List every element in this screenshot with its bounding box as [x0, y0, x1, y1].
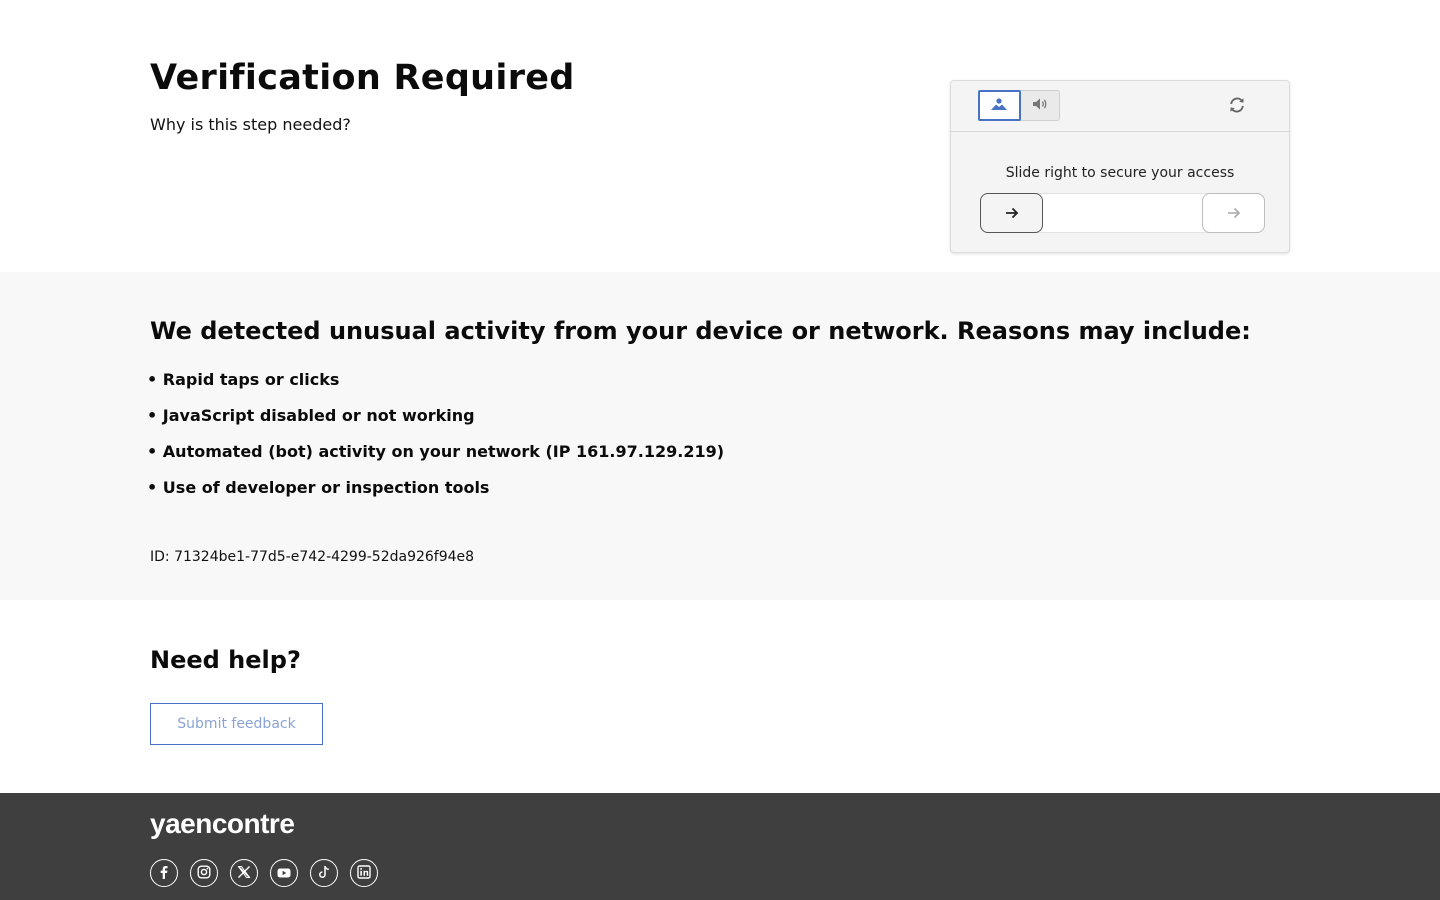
reasons-heading: We detected unusual activity from your d…	[150, 317, 1251, 345]
footer: yaencontre	[0, 793, 1440, 900]
youtube-icon	[277, 864, 291, 883]
youtube-link[interactable]	[270, 859, 298, 887]
slider-handle[interactable]	[980, 193, 1043, 233]
reason-item: • Rapid taps or clicks	[147, 370, 340, 389]
reason-item: • JavaScript disabled or not working	[147, 406, 475, 425]
reason-item: • Use of developer or inspection tools	[147, 478, 490, 497]
linkedin-icon	[357, 864, 371, 883]
captcha-widget: Slide right to secure your access	[950, 80, 1290, 253]
arrow-right-icon	[1227, 204, 1241, 223]
reasons-list: • Rapid taps or clicks • JavaScript disa…	[147, 370, 724, 514]
x-icon	[237, 864, 251, 883]
instagram-icon	[197, 864, 211, 883]
help-heading: Need help?	[150, 646, 301, 674]
slider-target	[1202, 193, 1265, 233]
captcha-body: Slide right to secure your access	[951, 132, 1289, 252]
top-section: Verification Required Why is this step n…	[0, 0, 1440, 272]
image-mode-button[interactable]	[978, 90, 1021, 121]
page-title: Verification Required	[150, 58, 575, 98]
captcha-mode-toggle	[978, 90, 1060, 121]
reasons-section: We detected unusual activity from your d…	[0, 272, 1440, 600]
speaker-icon	[1032, 96, 1048, 115]
facebook-icon	[157, 864, 171, 883]
facebook-link[interactable]	[150, 859, 178, 887]
why-step-needed-link[interactable]: Why is this step needed?	[150, 115, 351, 134]
instagram-link[interactable]	[190, 859, 218, 887]
arrow-right-icon	[1005, 204, 1019, 223]
captcha-header	[951, 81, 1289, 132]
reason-item: • Automated (bot) activity on your netwo…	[147, 442, 725, 461]
refresh-button[interactable]	[1227, 97, 1246, 116]
brand-logo[interactable]: yaencontre	[150, 808, 295, 840]
linkedin-link[interactable]	[350, 859, 378, 887]
refresh-icon	[1228, 96, 1246, 118]
social-links	[150, 859, 378, 887]
tiktok-icon	[317, 864, 331, 883]
image-icon	[990, 96, 1008, 115]
audio-mode-button[interactable]	[1021, 91, 1060, 120]
slide-instruction: Slide right to secure your access	[1005, 165, 1235, 181]
request-id: ID: 71324be1-77d5-e742-4299-52da926f94e8	[150, 549, 475, 565]
tiktok-link[interactable]	[310, 859, 338, 887]
x-link[interactable]	[230, 859, 258, 887]
submit-feedback-button[interactable]: Submit feedback	[150, 703, 323, 745]
